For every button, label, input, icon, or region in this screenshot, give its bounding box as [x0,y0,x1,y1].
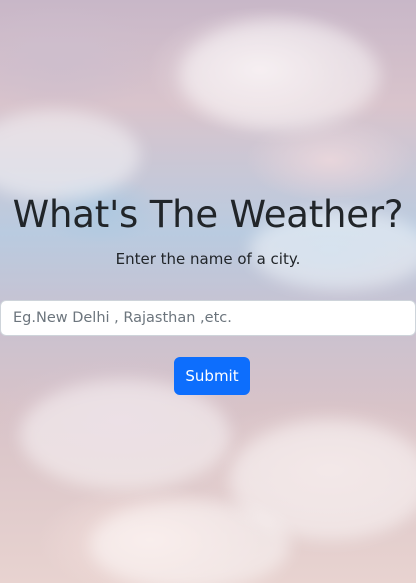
city-search-input[interactable] [0,300,416,336]
page-subtitle: Enter the name of a city. [115,250,301,268]
page-title: What's The Weather? [12,193,404,236]
weather-form: What's The Weather? Enter the name of a … [0,0,416,583]
submit-button[interactable]: Submit [174,357,250,395]
